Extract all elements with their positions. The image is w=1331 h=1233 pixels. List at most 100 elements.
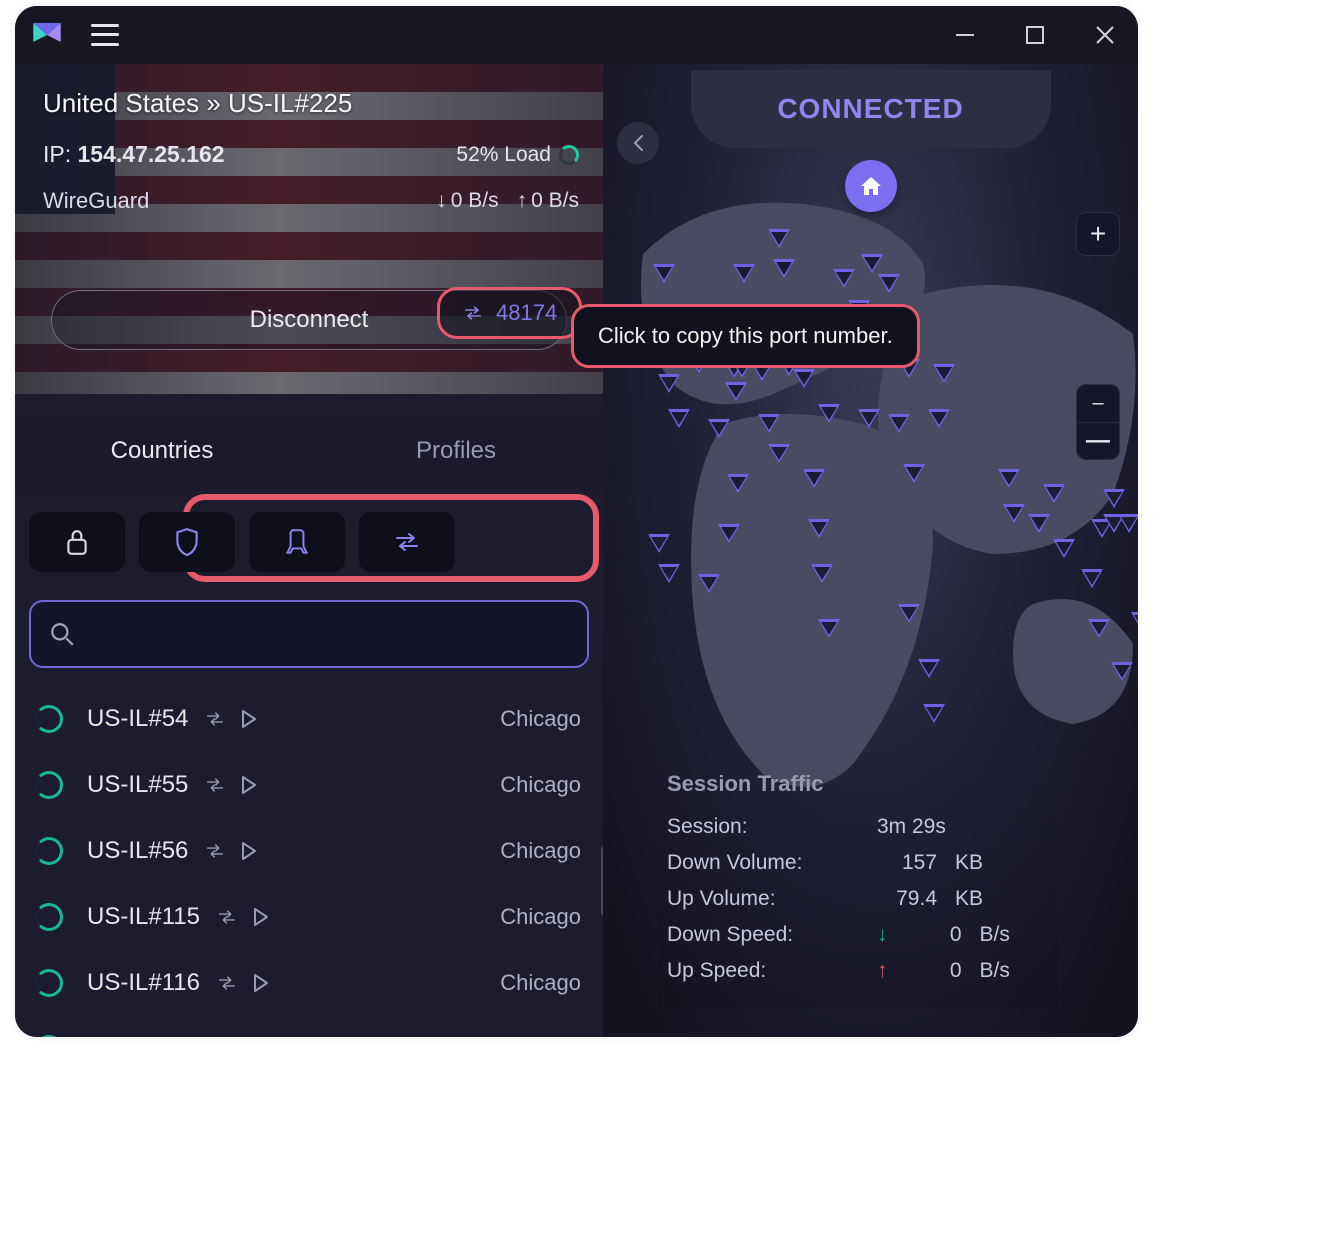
- server-marker[interactable]: [861, 254, 883, 273]
- server-marker[interactable]: [803, 469, 825, 488]
- server-marker[interactable]: [653, 264, 675, 283]
- filter-streaming-button[interactable]: [249, 512, 345, 572]
- play-icon: [250, 907, 272, 927]
- server-marker[interactable]: [1131, 612, 1138, 631]
- zoom-in-button[interactable]: +: [1076, 212, 1120, 256]
- server-list: US-IL#54ChicagoUS-IL#55ChicagoUS-IL#56Ch…: [15, 686, 603, 1037]
- ip-value: 154.47.25.162: [78, 141, 225, 167]
- window-maximize-button[interactable]: [1020, 20, 1050, 50]
- server-city: Chicago: [500, 706, 581, 732]
- down-volume-value: 157: [877, 851, 937, 875]
- down-volume-label: Down Volume:: [667, 851, 877, 875]
- server-search-input[interactable]: [89, 623, 569, 646]
- server-name: US-IL#117: [87, 1035, 200, 1037]
- server-marker[interactable]: [725, 382, 747, 401]
- server-marker[interactable]: [923, 704, 945, 723]
- server-marker[interactable]: [658, 564, 680, 583]
- server-marker[interactable]: [768, 444, 790, 463]
- server-marker[interactable]: [1118, 514, 1138, 533]
- session-duration-label: Session:: [667, 815, 877, 839]
- server-row[interactable]: US-IL#56Chicago: [25, 818, 593, 884]
- filter-secure-core-button[interactable]: [29, 512, 125, 572]
- filter-p2p-button[interactable]: [359, 512, 455, 572]
- server-marker[interactable]: [648, 534, 670, 553]
- server-marker[interactable]: [1088, 619, 1110, 638]
- zoom-out-button[interactable]: —: [1077, 423, 1119, 460]
- session-traffic-panel: Session Traffic Session: 3m 29s Down Vol…: [659, 757, 1058, 1009]
- tab-countries[interactable]: Countries: [15, 437, 309, 465]
- server-marker[interactable]: [718, 524, 740, 543]
- server-marker[interactable]: [1111, 662, 1133, 681]
- server-name: US-IL#115: [87, 903, 200, 931]
- server-marker[interactable]: [1053, 539, 1075, 558]
- server-marker[interactable]: [903, 464, 925, 483]
- server-marker[interactable]: [811, 564, 833, 583]
- server-row[interactable]: US-IL#115 Chicago: [25, 884, 593, 950]
- server-marker[interactable]: [1028, 514, 1050, 533]
- server-marker[interactable]: [933, 364, 955, 383]
- zoom-out-small-button[interactable]: –: [1077, 385, 1119, 423]
- app-window: United States » US-IL#225 IP: 154.47.25.…: [15, 6, 1138, 1037]
- down-arrow-icon: ↓: [877, 923, 888, 947]
- up-arrow-icon: ↑: [877, 959, 888, 983]
- window-close-button[interactable]: [1090, 20, 1120, 50]
- session-duration-value: 3m 29s: [877, 815, 946, 839]
- connection-status-text: CONNECTED: [777, 93, 963, 125]
- server-marker[interactable]: [858, 409, 880, 428]
- server-marker[interactable]: [793, 369, 815, 388]
- server-city: Chicago: [500, 838, 581, 864]
- server-marker[interactable]: [658, 374, 680, 393]
- server-row[interactable]: US-IL#117Chicago: [25, 1016, 593, 1037]
- server-load-ring-icon: [35, 969, 63, 997]
- server-marker[interactable]: [733, 264, 755, 283]
- server-marker[interactable]: [888, 414, 910, 433]
- server-marker[interactable]: [773, 259, 795, 278]
- window-minimize-button[interactable]: [950, 20, 980, 50]
- connection-title: United States » US-IL#225: [43, 88, 579, 119]
- load-spinner-icon: [559, 145, 579, 165]
- server-marker[interactable]: [1103, 489, 1125, 508]
- server-load-ring-icon: [35, 903, 63, 931]
- filter-shield-button[interactable]: [139, 512, 235, 572]
- server-marker[interactable]: [878, 274, 900, 293]
- server-row[interactable]: US-IL#55Chicago: [25, 752, 593, 818]
- upload-rate: 0 B/s: [517, 189, 579, 213]
- server-marker[interactable]: [698, 574, 720, 593]
- menu-button[interactable]: [91, 24, 119, 46]
- server-marker[interactable]: [898, 604, 920, 623]
- server-city: Chicago: [500, 904, 581, 930]
- back-button[interactable]: [617, 122, 659, 164]
- server-marker[interactable]: [818, 404, 840, 423]
- server-marker[interactable]: [1081, 569, 1103, 588]
- server-marker[interactable]: [918, 659, 940, 678]
- p2p-icon: [216, 973, 238, 993]
- server-marker[interactable]: [758, 414, 780, 433]
- connection-status-bar: CONNECTED: [691, 70, 1051, 148]
- server-marker[interactable]: [818, 619, 840, 638]
- server-marker[interactable]: [928, 409, 950, 428]
- server-load-ring-icon: [35, 705, 63, 733]
- server-marker[interactable]: [808, 519, 830, 538]
- server-marker[interactable]: [998, 469, 1020, 488]
- down-speed-unit: B/s: [980, 923, 1030, 947]
- server-marker[interactable]: [727, 474, 749, 493]
- server-marker[interactable]: [708, 419, 730, 438]
- port-number-button[interactable]: 48174: [437, 287, 582, 339]
- server-search[interactable]: [29, 600, 589, 668]
- server-city: Chicago: [500, 772, 581, 798]
- home-button[interactable]: [845, 160, 897, 212]
- port-number-value: 48174: [496, 300, 557, 326]
- play-icon: [250, 973, 272, 993]
- server-marker[interactable]: [768, 229, 790, 248]
- port-copy-tooltip: Click to copy this port number.: [571, 304, 920, 368]
- p2p-icon: [204, 775, 226, 795]
- down-volume-unit: KB: [955, 851, 1005, 875]
- tab-profiles[interactable]: Profiles: [309, 437, 603, 465]
- server-marker[interactable]: [668, 409, 690, 428]
- server-row[interactable]: US-IL#116Chicago: [25, 950, 593, 1016]
- server-marker[interactable]: [1043, 484, 1065, 503]
- server-marker[interactable]: [1003, 504, 1025, 523]
- server-marker[interactable]: [833, 269, 855, 288]
- server-row[interactable]: US-IL#54Chicago: [25, 686, 593, 752]
- up-speed-value: 0: [902, 959, 962, 983]
